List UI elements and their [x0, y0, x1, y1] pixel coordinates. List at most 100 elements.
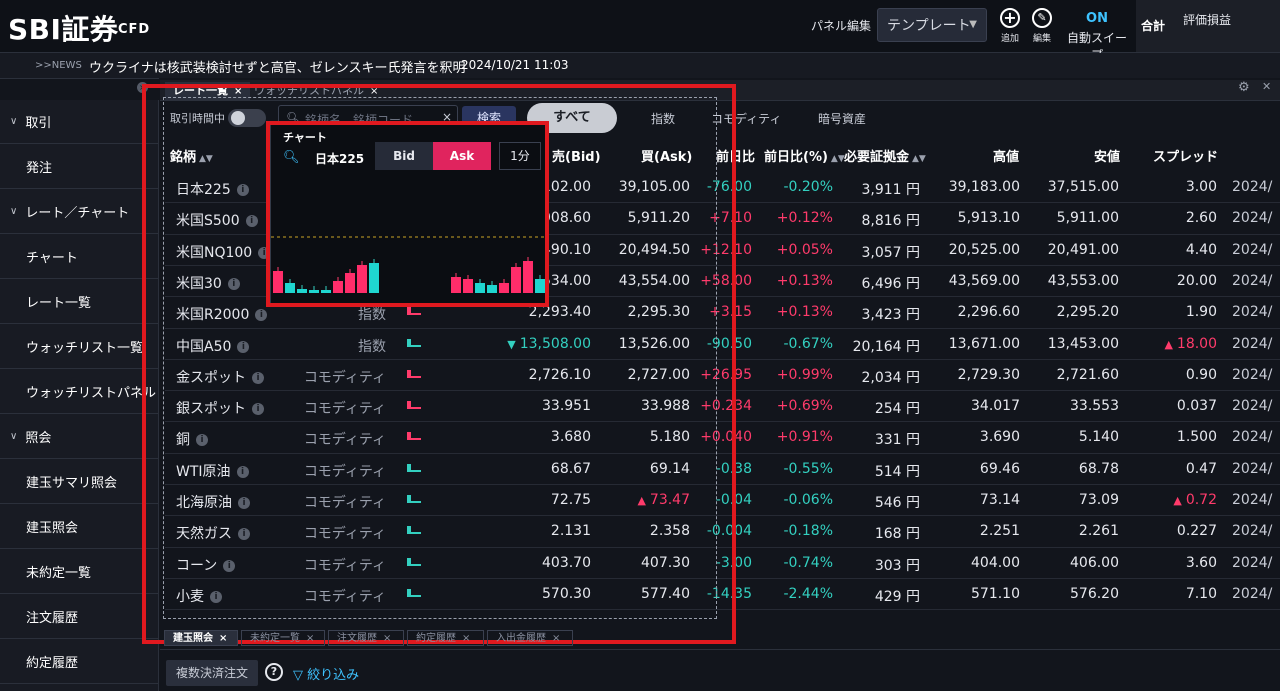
- add-panel-button[interactable]: + 追加: [993, 8, 1027, 44]
- sidebar-item[interactable]: ∨ 照会: [0, 415, 158, 459]
- high-price: 39,183.00: [948, 179, 1020, 195]
- high-price: 571.10: [971, 585, 1020, 602]
- low-price: 20,491.00: [1047, 241, 1119, 258]
- sidebar-item[interactable]: ウォッチリストパネル: [0, 370, 158, 414]
- low-price: 576.20: [1070, 585, 1119, 602]
- up-arrow-icon: ▲: [1164, 337, 1173, 351]
- bottom-tab[interactable]: 注文履歴 ×: [328, 630, 404, 646]
- spread-value: 0.47: [1186, 461, 1217, 477]
- sidebar-item-label: 建玉サマリ照会: [26, 476, 118, 491]
- close-icon[interactable]: ×: [306, 633, 314, 644]
- spread-value-text: 7.10: [1185, 585, 1217, 602]
- close-icon[interactable]: ×: [219, 633, 227, 644]
- required-margin: 3,911 円: [861, 182, 920, 198]
- date-value: 2024/: [1232, 460, 1273, 477]
- bottom-tab[interactable]: 約定履歴 ×: [407, 630, 484, 646]
- date-value: 2024/: [1232, 335, 1273, 352]
- low-price: 37,515.00: [1047, 179, 1119, 195]
- date-value: 2024/: [1232, 492, 1273, 508]
- help-icon[interactable]: ?: [265, 663, 283, 681]
- date-value: 2024/: [1232, 429, 1273, 446]
- date-value: 2024/: [1232, 554, 1273, 571]
- bottom-tab[interactable]: 未約定一覧 ×: [241, 630, 325, 646]
- high-price: 2,296.60: [957, 304, 1020, 321]
- template-select-value: テンプレート: [887, 18, 971, 34]
- date-value: 2024/: [1232, 179, 1273, 195]
- close-icon[interactable]: ×: [552, 633, 560, 644]
- close-icon[interactable]: ×: [462, 633, 470, 644]
- spread-value-text: 0.72: [1185, 492, 1217, 508]
- price-change-pct: +0.69%: [776, 398, 833, 415]
- spread-value: 0.227: [1177, 523, 1217, 539]
- sidebar-item-label: 未約定一覧: [26, 566, 92, 581]
- sort-icon: ▲▼: [830, 154, 845, 164]
- pencil-icon: ✎: [1032, 8, 1052, 28]
- close-icon[interactable]: ✕: [1262, 80, 1271, 93]
- sbi-logo: SBI証券: [8, 13, 119, 46]
- sidebar-item-label: 発注: [26, 161, 53, 176]
- date-value: 2024/: [1232, 210, 1273, 227]
- price-change-pct: -0.74%: [783, 554, 833, 571]
- spread-value-text: 0.037: [1176, 398, 1217, 415]
- sidebar-item-label: レート／チャート: [25, 206, 130, 221]
- required-margin: 2,034 円: [861, 369, 920, 386]
- column-header-margin[interactable]: 必要証拠金 ▲▼: [844, 146, 926, 165]
- template-select[interactable]: テンプレート ▼: [877, 8, 987, 42]
- column-header-low[interactable]: 安値: [1094, 146, 1120, 165]
- bottom-tab[interactable]: 建玉照会 ×: [164, 630, 238, 646]
- spread-value-text: 1.500: [1176, 429, 1217, 446]
- spread-value-text: 1.90: [1185, 304, 1217, 321]
- sidebar-item[interactable]: 建玉照会: [0, 505, 158, 549]
- low-price: 2.261: [1078, 523, 1119, 540]
- price-change-pct: +0.12%: [776, 210, 833, 227]
- date-value: 2024/: [1232, 523, 1273, 540]
- high-price: 13,671.00: [948, 335, 1020, 352]
- filter-button[interactable]: ▽ 絞り込み: [293, 664, 359, 683]
- high-price: 69.46: [979, 460, 1020, 477]
- sidebar-item-label: 取引: [25, 116, 52, 131]
- gear-icon[interactable]: ⚙: [1238, 80, 1250, 95]
- plus-icon: +: [1000, 8, 1020, 28]
- low-price: 406.00: [1070, 554, 1119, 571]
- price-change-pct: +0.99%: [776, 366, 833, 383]
- close-icon[interactable]: ×: [383, 633, 391, 644]
- required-margin: 3,057 円: [861, 244, 920, 261]
- multi-settle-order-button[interactable]: 複数決済注文: [166, 660, 258, 686]
- news-headline[interactable]: ウクライナは核武装検討せずと高官、ゼレンスキー氏発言を釈明: [89, 57, 465, 76]
- column-header-high[interactable]: 高値: [993, 146, 1019, 165]
- required-margin: 20,164 円: [852, 338, 920, 355]
- sidebar-item[interactable]: 未約定一覧: [0, 550, 158, 594]
- low-price: 68.78: [1078, 460, 1119, 477]
- sidebar-item[interactable]: 約定履歴: [0, 640, 158, 684]
- low-price: 73.09: [1078, 492, 1119, 508]
- cfd-logo-sub: CFD: [118, 22, 151, 37]
- sidebar-item[interactable]: ウォッチリスト一覧: [0, 325, 158, 369]
- chevron-down-icon: ∨: [10, 116, 18, 127]
- spread-value: 3.00: [1186, 179, 1217, 195]
- edit-panel-button[interactable]: ✎ 編集: [1025, 8, 1059, 44]
- spread-value: 3.60: [1186, 555, 1217, 571]
- high-price: 3.690: [979, 429, 1020, 446]
- highlight-box-inner: [266, 121, 549, 307]
- sidebar-item[interactable]: レート一覧: [0, 280, 158, 324]
- spread-value: 2.60: [1186, 210, 1217, 226]
- sidebar-item[interactable]: ∨ レート／チャート: [0, 190, 158, 234]
- date-value: 2024/: [1232, 398, 1273, 415]
- high-price: 73.14: [979, 492, 1020, 508]
- sidebar-item[interactable]: 発注: [0, 145, 158, 189]
- low-price: 2,721.60: [1056, 366, 1119, 383]
- spread-value-text: 4.40: [1185, 241, 1217, 258]
- bottom-tab[interactable]: 入出金履歴 ×: [487, 630, 573, 646]
- column-header-change-pct[interactable]: 前日比(%) ▲▼: [764, 146, 845, 165]
- sidebar-item-label: チャート: [26, 251, 78, 266]
- column-header-spread[interactable]: スプレッド: [1153, 146, 1218, 165]
- sidebar-item[interactable]: 建玉サマリ照会: [0, 460, 158, 504]
- required-margin: 254 円: [874, 401, 920, 418]
- required-margin: 331 円: [874, 432, 920, 449]
- required-margin: 8,816 円: [861, 213, 920, 230]
- price-change-pct: +0.91%: [776, 429, 833, 446]
- sidebar-item[interactable]: ∨ 取引: [0, 100, 158, 144]
- sidebar-item[interactable]: チャート: [0, 235, 158, 279]
- sidebar-item[interactable]: 注文履歴: [0, 595, 158, 639]
- category-crypto-button[interactable]: 暗号資産: [818, 110, 866, 127]
